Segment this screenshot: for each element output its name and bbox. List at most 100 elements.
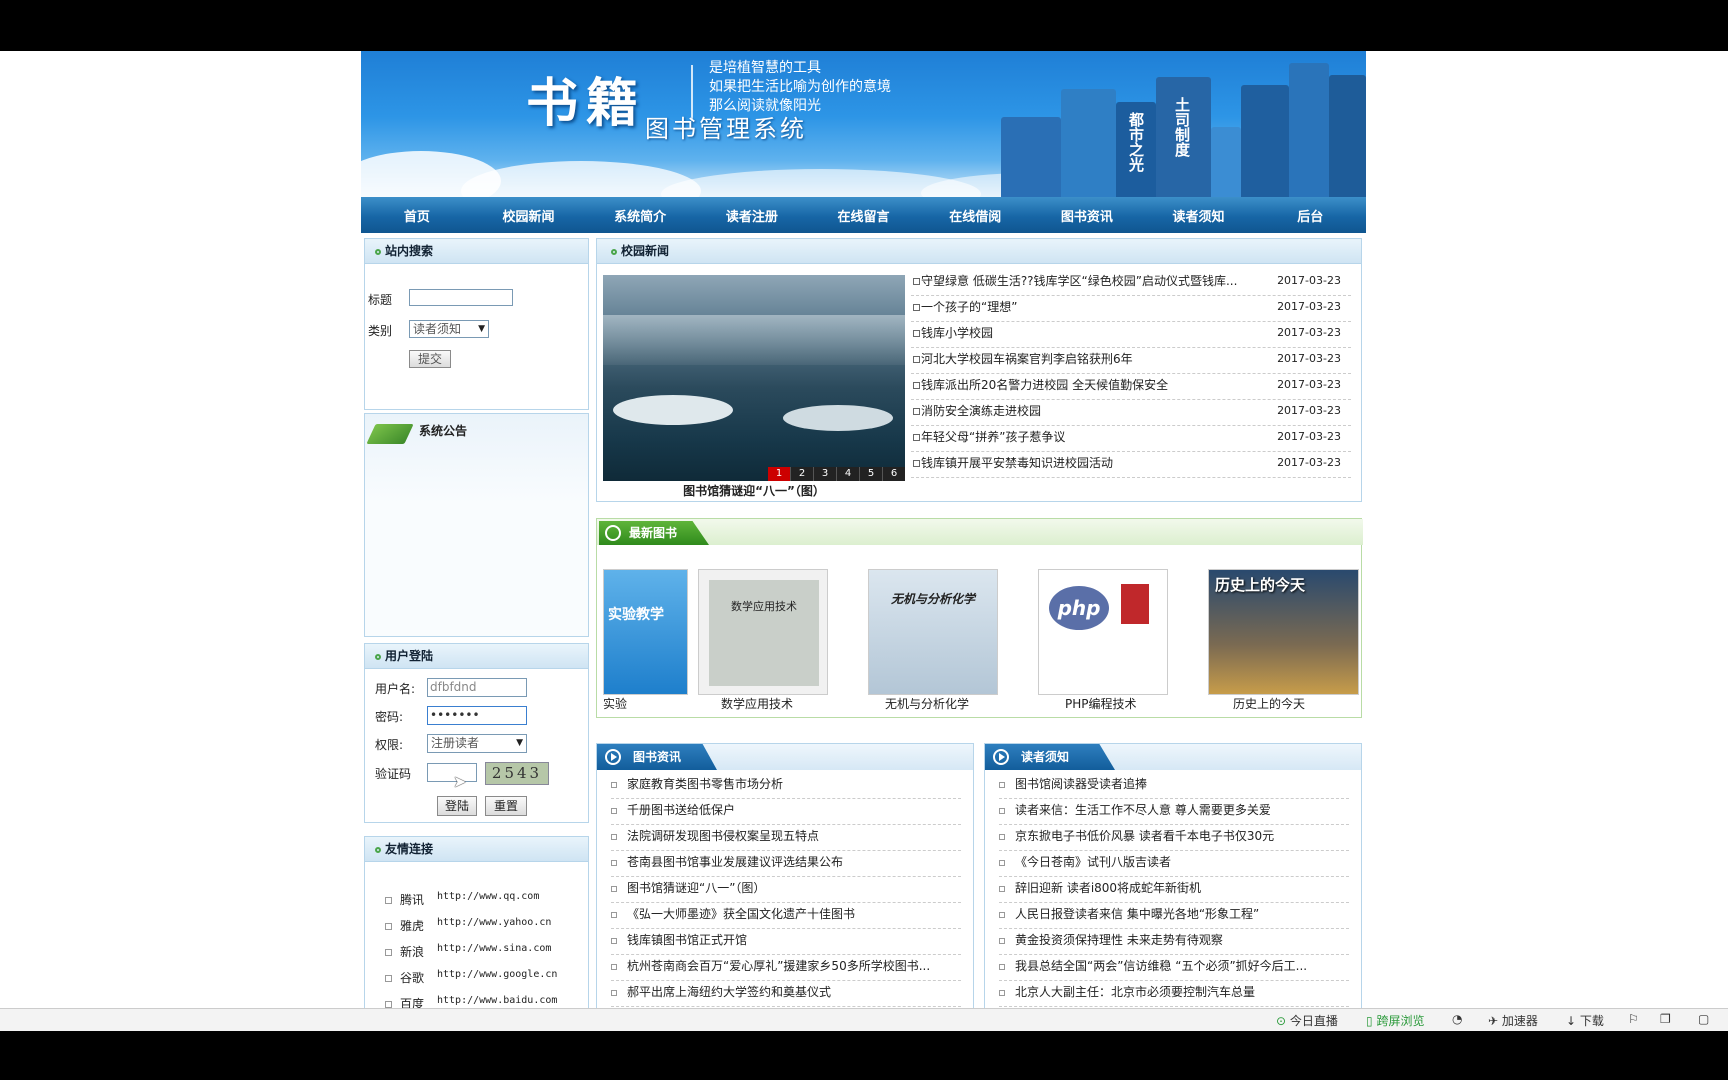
reader-notice-item-text[interactable]: 我县总结全国“两会”信访维稳 “五个必须”抓好今后工...: [1015, 959, 1307, 973]
book-info-item-text[interactable]: 法院调研发现图书侵权案呈现五特点: [627, 829, 819, 843]
book-info-item-text[interactable]: 《弘一大师墨迹》获全国文化遗产十佳图书: [627, 907, 855, 921]
book-caption[interactable]: 历史上的今天: [1233, 695, 1305, 712]
slider-caption[interactable]: 图书馆猜谜迎“八一”（图）: [603, 482, 905, 499]
book-info-item[interactable]: 郝平出席上海纽约大学签约和奠基仪式: [611, 980, 961, 1007]
nav-online-message[interactable]: 在线留言: [808, 206, 920, 225]
download-button[interactable]: ↓ 下载: [1566, 1012, 1604, 1029]
nav-campus-news[interactable]: 校园新闻: [473, 206, 585, 225]
book-info-item-text[interactable]: 家庭教育类图书零售市场分析: [627, 777, 783, 791]
news-item[interactable]: 守望绿意 低碳生活??钱库学区“绿色校园”启动仪式暨钱库... 2017-03-2…: [911, 269, 1351, 296]
history-icon[interactable]: ◔: [1452, 1012, 1462, 1026]
reader-notice-item[interactable]: 人民日报登读者来信 集中曝光各地“形象工程”: [999, 902, 1349, 929]
book-cover[interactable]: 无机与分析化学: [868, 569, 998, 695]
captcha-input[interactable]: [427, 763, 477, 782]
news-title[interactable]: 河北大学校园车祸案官判李启铭获刑6年: [921, 347, 1251, 371]
link-item[interactable]: 百度 http://www.baidu.com: [385, 995, 557, 1008]
book-cover[interactable]: 历史上的今天: [1208, 569, 1359, 695]
news-item[interactable]: 钱库小学校园 2017-03-23: [911, 321, 1351, 348]
slider-page-button[interactable]: 2: [790, 467, 813, 481]
live-button[interactable]: ⊙ 今日直播: [1276, 1012, 1338, 1029]
search-category-select[interactable]: 读者须知 ▼: [409, 320, 489, 338]
news-item[interactable]: 年轻父母“拼养”孩子惹争议 2017-03-23: [911, 425, 1351, 452]
book-info-item-text[interactable]: 图书馆猜谜迎“八一”（图）: [627, 881, 765, 895]
reader-notice-item[interactable]: 图书馆阅读器受读者追捧: [999, 772, 1349, 799]
book-info-item[interactable]: 《弘一大师墨迹》获全国文化遗产十佳图书: [611, 902, 961, 929]
news-title[interactable]: 钱库镇开展平安禁毒知识进校园活动: [921, 451, 1251, 475]
slider-page-button[interactable]: 6: [882, 467, 905, 481]
reader-notice-item[interactable]: 我县总结全国“两会”信访维稳 “五个必须”抓好今后工...: [999, 954, 1349, 981]
nav-system-intro[interactable]: 系统简介: [584, 206, 696, 225]
reader-notice-item[interactable]: 黄金投资须保持理性 未来走势有待观察: [999, 928, 1349, 955]
reader-notice-item-text[interactable]: 北京人大副主任：北京市必须要控制汽车总量: [1015, 985, 1255, 999]
book-info-item-text[interactable]: 钱库镇图书馆正式开馆: [627, 933, 747, 947]
slider-page-button[interactable]: 3: [813, 467, 836, 481]
link-item[interactable]: 雅虎 http://www.yahoo.cn: [385, 917, 551, 934]
book-info-item[interactable]: 杭州苍南商会百万“爱心厚礼”援建家乡50多所学校图书...: [611, 954, 961, 981]
news-title[interactable]: 钱库派出所20名警力进校园 全天候值勤保安全: [921, 373, 1251, 397]
news-title[interactable]: 钱库小学校园: [921, 321, 1251, 345]
book-info-item[interactable]: 苍南县图书馆事业发展建议评选结果公布: [611, 850, 961, 877]
search-title-input[interactable]: [409, 289, 513, 306]
slider-page-button[interactable]: 5: [859, 467, 882, 481]
book-caption[interactable]: 实验: [603, 695, 627, 712]
reader-notice-item-text[interactable]: 《今日苍南》试刊八版吉读者: [1015, 855, 1171, 869]
search-submit-button[interactable]: 提交: [409, 350, 451, 368]
news-item[interactable]: 钱库镇开展平安禁毒知识进校园活动 2017-03-23: [911, 451, 1351, 478]
nav-reader-register[interactable]: 读者注册: [696, 206, 808, 225]
news-item[interactable]: 钱库派出所20名警力进校园 全天候值勤保安全 2017-03-23: [911, 373, 1351, 400]
reader-notice-item-text[interactable]: 辞旧迎新 读者i800将成蛇年新街机: [1015, 881, 1201, 895]
news-title[interactable]: 守望绿意 低碳生活??钱库学区“绿色校园”启动仪式暨钱库...: [921, 269, 1251, 293]
news-item[interactable]: 消防安全演练走进校园 2017-03-23: [911, 399, 1351, 426]
window-icon[interactable]: ❐: [1660, 1012, 1671, 1026]
captcha-image[interactable]: 2543: [485, 762, 549, 785]
book-info-item[interactable]: 家庭教育类图书零售市场分析: [611, 772, 961, 799]
reader-notice-item-text[interactable]: 图书馆阅读器受读者追捧: [1015, 777, 1147, 791]
nav-reader-notice[interactable]: 读者须知: [1143, 206, 1255, 225]
news-title[interactable]: 消防安全演练走进校园: [921, 399, 1251, 423]
cross-screen-button[interactable]: ▯ 跨屏浏览: [1366, 1012, 1424, 1029]
news-title[interactable]: 年轻父母“拼养”孩子惹争议: [921, 425, 1251, 449]
accelerator-button[interactable]: ✈ 加速器: [1488, 1012, 1538, 1029]
role-select[interactable]: 注册读者 ▼: [427, 734, 527, 753]
book-cover[interactable]: php: [1038, 569, 1168, 695]
reader-notice-item[interactable]: 辞旧迎新 读者i800将成蛇年新街机: [999, 876, 1349, 903]
link-url[interactable]: http://www.baidu.com: [437, 995, 557, 1006]
reader-notice-item-text[interactable]: 黄金投资须保持理性 未来走势有待观察: [1015, 933, 1223, 947]
reader-notice-item-text[interactable]: 京东掀电子书低价风暴 读者看千本电子书仅30元: [1015, 829, 1274, 843]
link-item[interactable]: 谷歌 http://www.google.cn: [385, 969, 557, 986]
username-input[interactable]: dfbfdnd: [427, 678, 527, 697]
reader-notice-item-text[interactable]: 读者来信：生活工作不尽人意 尊人需要更多关爱: [1015, 803, 1271, 817]
book-caption[interactable]: 无机与分析化学: [885, 695, 969, 712]
link-url[interactable]: http://www.qq.com: [437, 891, 539, 902]
reader-notice-item-text[interactable]: 人民日报登读者来信 集中曝光各地“形象工程”: [1015, 907, 1259, 921]
news-slider-image[interactable]: 1 2 3 4 5 6: [603, 275, 905, 481]
link-url[interactable]: http://www.yahoo.cn: [437, 917, 551, 928]
book-info-item-text[interactable]: 郝平出席上海纽约大学签约和奠基仪式: [627, 985, 831, 999]
link-item[interactable]: 腾讯 http://www.qq.com: [385, 891, 539, 908]
book-info-item[interactable]: 钱库镇图书馆正式开馆: [611, 928, 961, 955]
nav-book-info[interactable]: 图书资讯: [1031, 206, 1143, 225]
book-info-item[interactable]: 法院调研发现图书侵权案呈现五特点: [611, 824, 961, 851]
slider-page-button[interactable]: 4: [836, 467, 859, 481]
news-item[interactable]: 河北大学校园车祸案官判李启铭获刑6年 2017-03-23: [911, 347, 1351, 374]
slider-page-button[interactable]: 1: [768, 467, 790, 481]
reader-notice-item[interactable]: 京东掀电子书低价风暴 读者看千本电子书仅30元: [999, 824, 1349, 851]
link-url[interactable]: http://www.sina.com: [437, 943, 551, 954]
nav-online-borrow[interactable]: 在线借阅: [919, 206, 1031, 225]
news-item[interactable]: 一个孩子的“理想” 2017-03-23: [911, 295, 1351, 322]
reader-notice-item[interactable]: 《今日苍南》试刊八版吉读者: [999, 850, 1349, 877]
news-title[interactable]: 一个孩子的“理想”: [921, 295, 1251, 319]
reader-notice-item[interactable]: 读者来信：生活工作不尽人意 尊人需要更多关爱: [999, 798, 1349, 825]
book-info-item-text[interactable]: 苍南县图书馆事业发展建议评选结果公布: [627, 855, 843, 869]
nav-home[interactable]: 首页: [361, 206, 473, 225]
nav-admin[interactable]: 后台: [1254, 206, 1366, 225]
book-info-item-text[interactable]: 杭州苍南商会百万“爱心厚礼”援建家乡50多所学校图书...: [627, 959, 930, 973]
link-url[interactable]: http://www.google.cn: [437, 969, 557, 980]
book-cover[interactable]: 实验教学: [603, 569, 688, 695]
login-button[interactable]: 登陆: [437, 796, 477, 816]
book-info-item[interactable]: 千册图书送给低保户: [611, 798, 961, 825]
fullscreen-icon[interactable]: ▢: [1698, 1012, 1709, 1026]
book-caption[interactable]: PHP编程技术: [1065, 695, 1137, 712]
book-cover[interactable]: 数学应用技术: [698, 569, 828, 695]
book-info-item[interactable]: 图书馆猜谜迎“八一”（图）: [611, 876, 961, 903]
